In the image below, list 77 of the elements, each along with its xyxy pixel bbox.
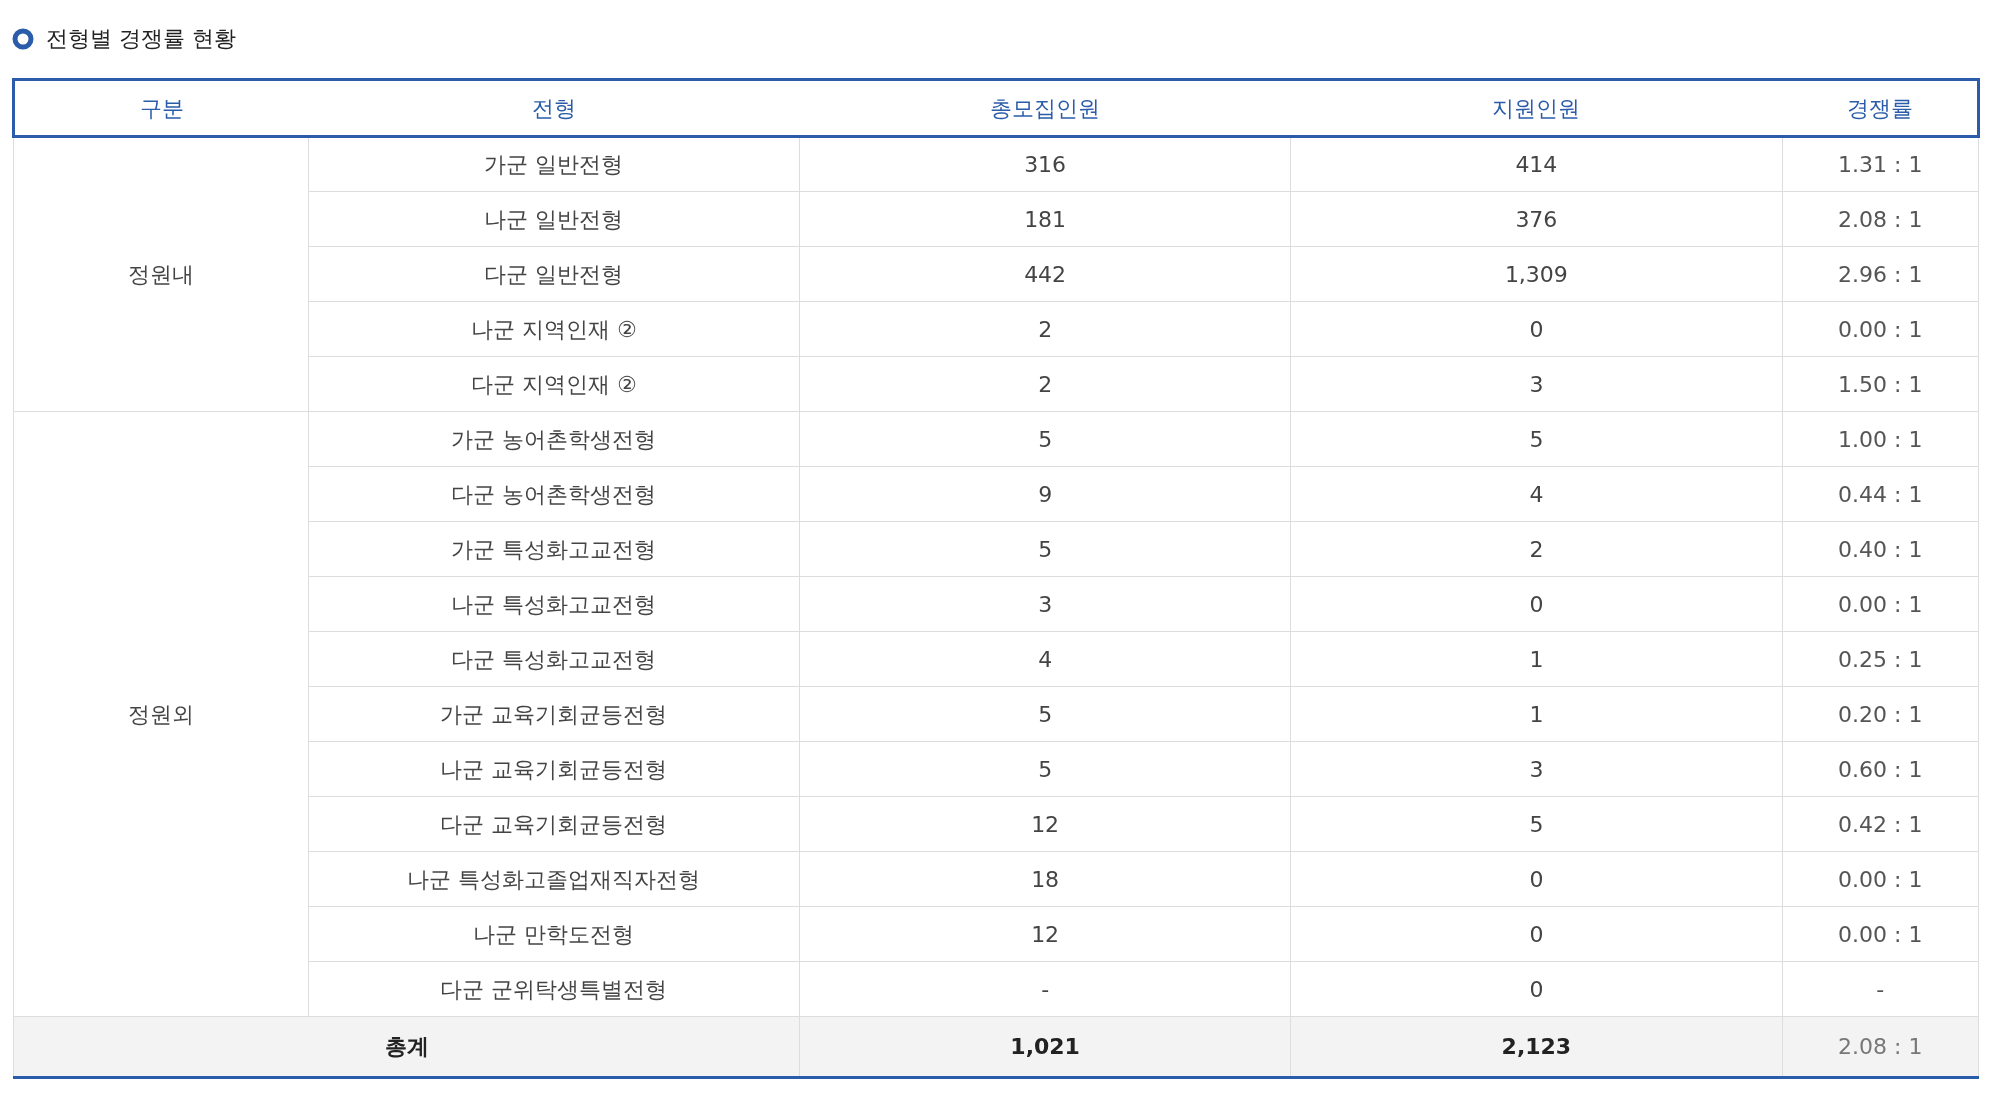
table-cell: 0.00 : 1 <box>1782 906 1979 962</box>
table-cell: 2.08 : 1 <box>1782 191 1979 247</box>
table-cell: 나군 만학도전형 <box>308 906 800 962</box>
table-cell: 3 <box>1290 356 1782 412</box>
table-cell: 1,309 <box>1290 246 1782 302</box>
table-cell: 0.25 : 1 <box>1782 631 1979 687</box>
table-cell: 다군 일반전형 <box>308 246 800 302</box>
table-cell: 다군 특성화고교전형 <box>308 631 800 687</box>
table-cell: 0 <box>1290 851 1782 907</box>
column-header: 지원인원 <box>1290 79 1782 137</box>
column-header: 경쟁률 <box>1782 79 1979 137</box>
table-cell: 181 <box>799 191 1291 247</box>
total-label: 총계 <box>13 1016 800 1078</box>
table-cell: 2 <box>799 301 1291 357</box>
table-cell: 5 <box>799 741 1291 797</box>
table-cell: 3 <box>1290 741 1782 797</box>
table-cell: 1.31 : 1 <box>1782 136 1979 192</box>
table-cell: 5 <box>1290 796 1782 852</box>
table-cell: 0.40 : 1 <box>1782 521 1979 577</box>
table-cell: 가군 일반전형 <box>308 136 800 192</box>
table-cell: 5 <box>799 686 1291 742</box>
group-cell: 정원내 <box>13 136 309 412</box>
table-cell: - <box>1782 961 1979 1017</box>
table-cell: 0.00 : 1 <box>1782 851 1979 907</box>
table-cell: 442 <box>799 246 1291 302</box>
table-cell: 316 <box>799 136 1291 192</box>
table-cell: 9 <box>799 466 1291 522</box>
table-cell: 나군 특성화고졸업재직자전형 <box>308 851 800 907</box>
table-cell: 0 <box>1290 576 1782 632</box>
column-header: 총모집인원 <box>799 79 1291 137</box>
table-cell: 0.00 : 1 <box>1782 576 1979 632</box>
table-cell: 1 <box>1290 686 1782 742</box>
table-cell: 1 <box>1290 631 1782 687</box>
table-cell: 0.20 : 1 <box>1782 686 1979 742</box>
table-cell: 나군 특성화고교전형 <box>308 576 800 632</box>
group-cell: 정원외 <box>13 411 309 1017</box>
column-header: 전형 <box>308 79 800 137</box>
table-cell: 2.96 : 1 <box>1782 246 1979 302</box>
table-cell: 다군 교육기회균등전형 <box>308 796 800 852</box>
table-cell: 나군 지역인재 ② <box>308 301 800 357</box>
table-cell: 5 <box>1290 411 1782 467</box>
total-cell: 2,123 <box>1290 1016 1782 1078</box>
table-cell: 0 <box>1290 301 1782 357</box>
table-cell: 다군 군위탁생특별전형 <box>308 961 800 1017</box>
total-cell: 1,021 <box>799 1016 1291 1078</box>
table-cell: 가군 특성화고교전형 <box>308 521 800 577</box>
table-cell: 다군 지역인재 ② <box>308 356 800 412</box>
table-cell: 1.50 : 1 <box>1782 356 1979 412</box>
table-cell: 3 <box>799 576 1291 632</box>
table-cell: 0.42 : 1 <box>1782 796 1979 852</box>
table-cell: 나군 일반전형 <box>308 191 800 247</box>
table-cell: 가군 농어촌학생전형 <box>308 411 800 467</box>
bullet-icon <box>12 27 34 50</box>
table-cell: 376 <box>1290 191 1782 247</box>
section-title: 전형별 경쟁률 현황 <box>46 25 236 53</box>
table-cell: 0.60 : 1 <box>1782 741 1979 797</box>
column-header: 구분 <box>13 79 309 137</box>
table-cell: 2 <box>799 356 1291 412</box>
total-cell: 2.08 : 1 <box>1782 1016 1979 1078</box>
table-cell: 4 <box>799 631 1291 687</box>
table-cell: 0 <box>1290 961 1782 1017</box>
table-cell: 가군 교육기회균등전형 <box>308 686 800 742</box>
table-cell: 0.00 : 1 <box>1782 301 1979 357</box>
table-cell: 18 <box>799 851 1291 907</box>
table-cell: 2 <box>1290 521 1782 577</box>
table-cell: 4 <box>1290 466 1782 522</box>
table-cell: 5 <box>799 521 1291 577</box>
table-cell: 0 <box>1290 906 1782 962</box>
table-cell: 0.44 : 1 <box>1782 466 1979 522</box>
table-cell: 다군 농어촌학생전형 <box>308 466 800 522</box>
table-cell: 5 <box>799 411 1291 467</box>
table-cell: 12 <box>799 906 1291 962</box>
table-cell: 12 <box>799 796 1291 852</box>
table-cell: - <box>799 961 1291 1017</box>
table-cell: 414 <box>1290 136 1782 192</box>
table-cell: 1.00 : 1 <box>1782 411 1979 467</box>
table-cell: 나군 교육기회균등전형 <box>308 741 800 797</box>
